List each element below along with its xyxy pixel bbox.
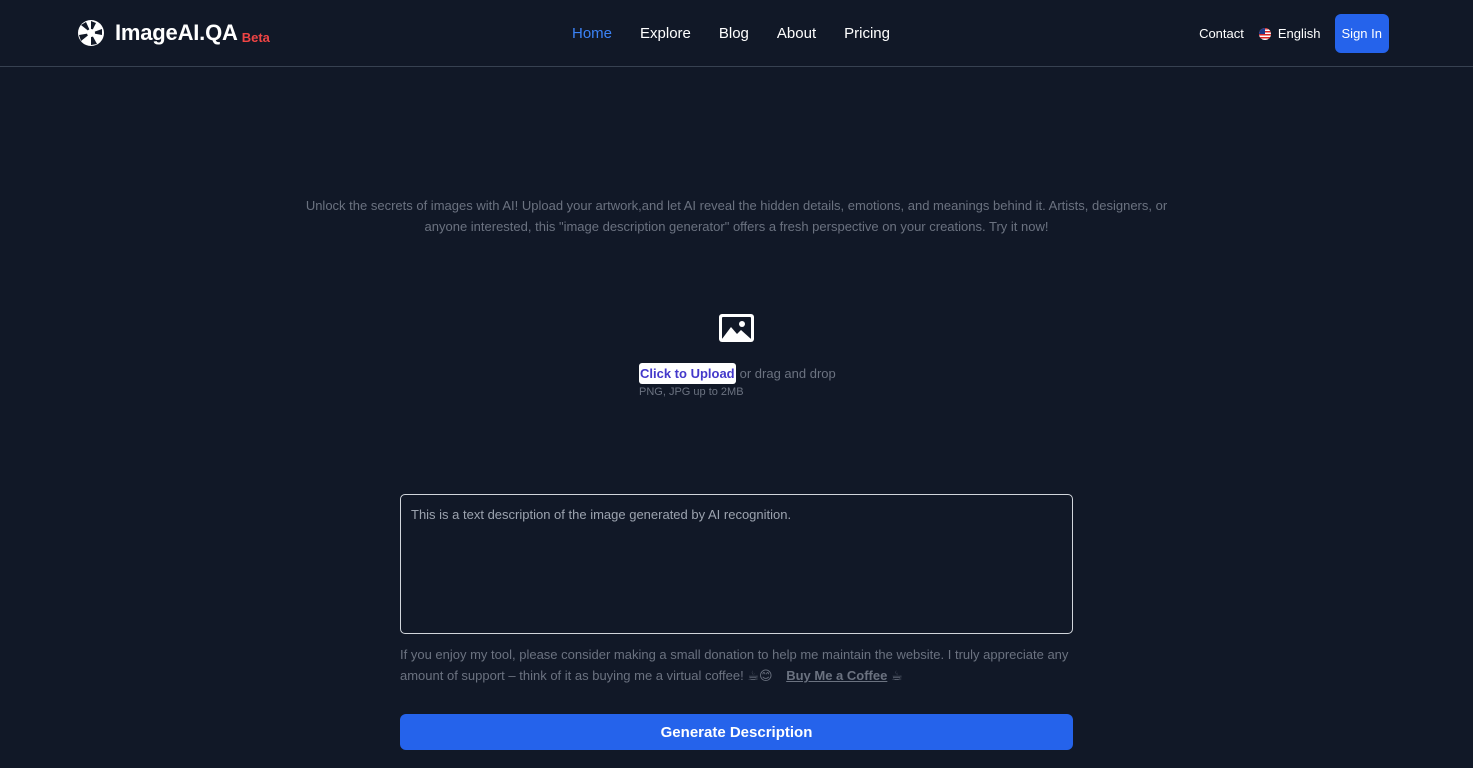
donation-text: If you enjoy my tool, please consider ma… [400,644,1073,686]
aperture-icon [77,19,105,47]
nav-explore[interactable]: Explore [626,22,705,46]
buy-me-a-coffee-link[interactable]: Buy Me a Coffee [786,668,887,683]
donation-message: If you enjoy my tool, please consider ma… [400,647,1069,683]
nav-blog[interactable]: Blog [705,22,763,46]
nav-home[interactable]: Home [558,22,626,46]
header-actions: Contact English Sign In [1199,14,1389,53]
language-label: English [1277,26,1321,41]
contact-link[interactable]: Contact [1199,26,1244,41]
coffee-icon: ☕ [890,668,903,683]
click-to-upload-button[interactable]: Click to Upload [639,363,736,384]
upload-hint: PNG, JPG up to 2MB [639,386,744,398]
drag-drop-text: or drag and drop [739,366,836,381]
logo[interactable]: ImageAI.QA Beta [77,18,270,48]
main-nav: Home Explore Blog About Pricing [558,22,904,46]
nav-about[interactable]: About [763,22,830,46]
site-header: ImageAI.QA Beta Home Explore Blog About … [0,0,1473,67]
language-selector[interactable]: English [1258,26,1321,41]
beta-badge: Beta [241,29,270,45]
us-flag-icon [1258,27,1271,40]
sign-in-button[interactable]: Sign In [1334,14,1389,53]
nav-pricing[interactable]: Pricing [830,22,904,46]
intro-text: Unlock the secrets of images with AI! Up… [305,198,1168,234]
description-output[interactable]: This is a text description of the image … [400,494,1073,634]
upload-dropzone[interactable]: Click to Upload or drag and drop [639,363,836,384]
logo-text: ImageAI.QA [115,20,238,45]
generate-description-button[interactable]: Generate Description [400,714,1073,750]
image-icon[interactable] [718,313,755,343]
